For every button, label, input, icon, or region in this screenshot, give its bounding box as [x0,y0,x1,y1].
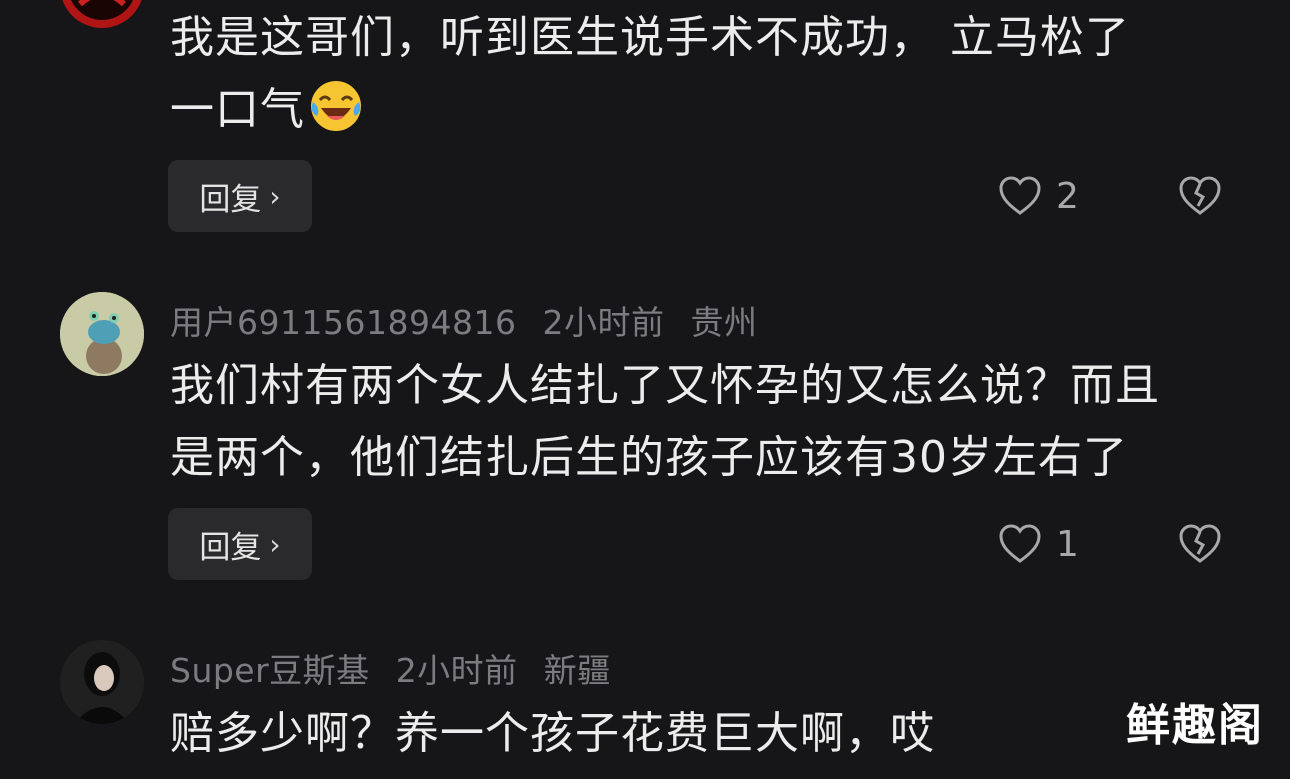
reply-label: 回复 [199,181,262,218]
username[interactable]: 用户6911561894816 [170,303,516,342]
like-count: 2 [1056,175,1079,217]
laughing-tears-emoji-icon [307,76,365,134]
chevron-right-icon: › [269,527,281,561]
avatar[interactable] [60,292,144,376]
comment-line-with-emoji: 一口气 [170,74,1240,146]
comment-text: 我是这哥们，听到医生说手术不成功， 立马松了 一口气 [170,2,1240,146]
reply-button[interactable]: 回复 › [168,160,312,232]
broken-heart-icon [1179,176,1221,215]
avatar-image [62,0,142,28]
location: 贵州 [690,303,758,342]
comment-line: 我们村有两个女人结扎了又怀孕的又怎么说？而且 [170,360,1160,411]
avatar[interactable] [60,640,144,724]
avatar-image [60,640,144,724]
comment-text: 赔多少啊？养一个孩子花费巨大啊，哎 [170,698,1240,770]
broken-heart-icon [1179,524,1221,563]
heart-icon [999,176,1041,215]
chevron-right-icon: › [269,179,281,213]
comment-line: 我是这哥们，听到医生说手术不成功， 立马松了 [170,12,1130,63]
like-button[interactable]: 1 [998,508,1079,580]
timestamp: 2小时前 [542,303,665,342]
comment-line: 是两个，他们结扎后生的孩子应该有30岁左右了 [170,432,1128,483]
comment-line: 赔多少啊？养一个孩子花费巨大啊，哎 [170,708,935,759]
reply-button[interactable]: 回复 › [168,508,312,580]
like-count: 1 [1056,523,1079,565]
dislike-button[interactable] [1176,508,1224,580]
dislike-button[interactable] [1176,160,1224,232]
heart-icon [999,524,1041,563]
comment-meta: 用户6911561894816 2小时前 贵州 [170,296,783,344]
like-button[interactable]: 2 [998,160,1079,232]
timestamp: 2小时前 [395,651,518,690]
reply-label: 回复 [199,529,262,566]
avatar[interactable] [60,0,144,28]
comment-text: 我们村有两个女人结扎了又怀孕的又怎么说？而且 是两个，他们结扎后生的孩子应该有3… [170,350,1240,494]
avatar-image [60,292,144,376]
watermark: 鲜趣阁 [1126,700,1264,751]
location: 新疆 [543,651,611,690]
comment-meta: Super豆斯基 2小时前 新疆 [170,644,637,692]
username[interactable]: Super豆斯基 [170,651,370,690]
